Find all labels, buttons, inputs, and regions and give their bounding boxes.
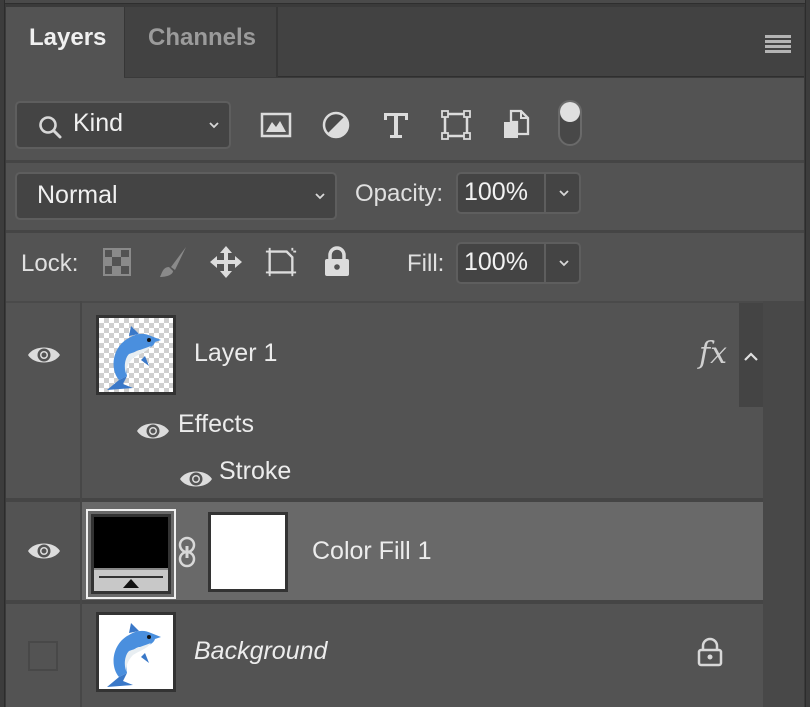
layer-effects-fx-icon[interactable]: fx: [699, 336, 727, 371]
layer-content: Color Fill 1: [82, 502, 763, 600]
adjustment-filter-icon: [322, 111, 350, 139]
blend-mode-select[interactable]: Normal: [15, 172, 337, 220]
chevron-down-icon: [558, 190, 569, 197]
toggle-knob: [560, 102, 580, 122]
field-divider: [544, 174, 546, 212]
divider: [6, 160, 804, 163]
lock-transparent-pixels-icon: [103, 248, 131, 276]
layer-content: Background: [82, 604, 763, 707]
lock-artboard-button[interactable]: [264, 244, 298, 280]
lock-label: Lock:: [21, 250, 79, 277]
filter-kind-select[interactable]: Kind: [15, 101, 231, 149]
hamburger-menu-icon: [765, 35, 791, 53]
layer-content: Layer 1 fx Effects Stroke: [82, 303, 763, 498]
lock-position-button[interactable]: [209, 244, 243, 280]
filter-adjustment-layers[interactable]: [317, 105, 355, 145]
layers-list: Layer 1 fx Effects Stroke Color Fill 1 B…: [6, 301, 804, 707]
lock-all-icon: [325, 246, 349, 276]
layer-mask-thumbnail[interactable]: [208, 512, 288, 592]
panel-tab-bar: Layers Channels: [6, 7, 804, 78]
lock-image-pixels-button[interactable]: [156, 244, 190, 280]
top-strip: [5, 0, 805, 4]
layer-row-layer-1[interactable]: Layer 1 fx Effects Stroke: [6, 303, 763, 498]
opacity-value[interactable]: 100%: [464, 178, 528, 207]
layer-row-background[interactable]: Background: [6, 604, 763, 707]
eye-visibility-icon[interactable]: [179, 467, 213, 491]
lock-all-button[interactable]: [320, 244, 354, 280]
filter-smart-objects[interactable]: [497, 105, 535, 145]
dolphin-image: [107, 623, 161, 687]
triangle-slider-icon: [123, 579, 139, 588]
layer-thumbnail[interactable]: [96, 612, 176, 692]
type-filter-icon: [384, 113, 408, 138]
chevron-down-icon: [558, 260, 569, 267]
chevron-up-icon: [744, 352, 758, 361]
fill-value[interactable]: 100%: [464, 248, 528, 277]
lock-position-icon: [210, 246, 242, 278]
panel-menu-button[interactable]: [765, 35, 791, 55]
chevron-down-icon: [209, 122, 219, 129]
filter-kind-label: Kind: [73, 109, 124, 137]
filter-type-layers[interactable]: [377, 105, 415, 145]
fill-label: Fill:: [407, 250, 445, 277]
visibility-column-divider: [80, 301, 82, 707]
layers-panel: Kind Normal Opacity: 100% Lock: Fill: 10…: [6, 78, 804, 707]
filter-pixel-layers[interactable]: [257, 105, 295, 145]
field-divider: [544, 244, 546, 282]
layers-panel-frame: Layers Channels Kind Normal Opacity: 100…: [0, 0, 810, 707]
eye-visibility-icon[interactable]: [27, 539, 61, 563]
color-picker-strip: [94, 568, 168, 591]
opacity-field[interactable]: 100%: [456, 172, 581, 214]
lock-artboard-icon: [265, 247, 297, 277]
divider: [6, 230, 804, 233]
effects-label[interactable]: Effects: [178, 410, 254, 439]
tab-channels[interactable]: Channels: [124, 7, 278, 77]
effect-stroke-label[interactable]: Stroke: [219, 457, 291, 486]
tab-layers[interactable]: Layers: [6, 7, 124, 78]
scrollbar-track[interactable]: [763, 301, 804, 707]
opacity-dropdown-button[interactable]: [548, 174, 579, 212]
search-icon: [39, 116, 62, 139]
blend-mode-value: Normal: [37, 181, 118, 209]
chevron-down-icon: [315, 193, 325, 200]
layer-row-color-fill-1[interactable]: Color Fill 1: [6, 502, 763, 600]
filter-toggle[interactable]: [558, 100, 582, 146]
layer-name[interactable]: Color Fill 1: [312, 537, 431, 566]
shape-filter-icon: [441, 110, 471, 140]
left-edge: [0, 0, 5, 707]
image-filter-icon: [260, 112, 292, 138]
smart-object-filter-icon: [504, 109, 530, 138]
layer-name[interactable]: Layer 1: [194, 339, 277, 368]
fill-dropdown-button[interactable]: [548, 244, 579, 282]
dolphin-image: [107, 326, 161, 390]
lock-image-pixels-icon: [160, 247, 186, 277]
collapse-effects-button[interactable]: [739, 303, 763, 407]
link-icon[interactable]: [177, 535, 197, 569]
right-edge: [805, 0, 810, 707]
fill-thumbnail-selected-frame: [86, 509, 176, 599]
eye-visibility-icon[interactable]: [27, 343, 61, 367]
fill-field[interactable]: 100%: [456, 242, 581, 284]
lock-icon[interactable]: [696, 637, 724, 667]
eye-visibility-icon[interactable]: [136, 419, 170, 443]
opacity-label: Opacity:: [355, 180, 444, 207]
color-fill-thumbnail[interactable]: [91, 514, 171, 594]
layer-thumbnail[interactable]: [96, 315, 176, 395]
lock-transparent-pixels-button[interactable]: [100, 244, 134, 280]
visibility-toggle-off[interactable]: [28, 641, 58, 671]
filter-shape-layers[interactable]: [437, 105, 475, 145]
layer-name[interactable]: Background: [194, 637, 327, 666]
